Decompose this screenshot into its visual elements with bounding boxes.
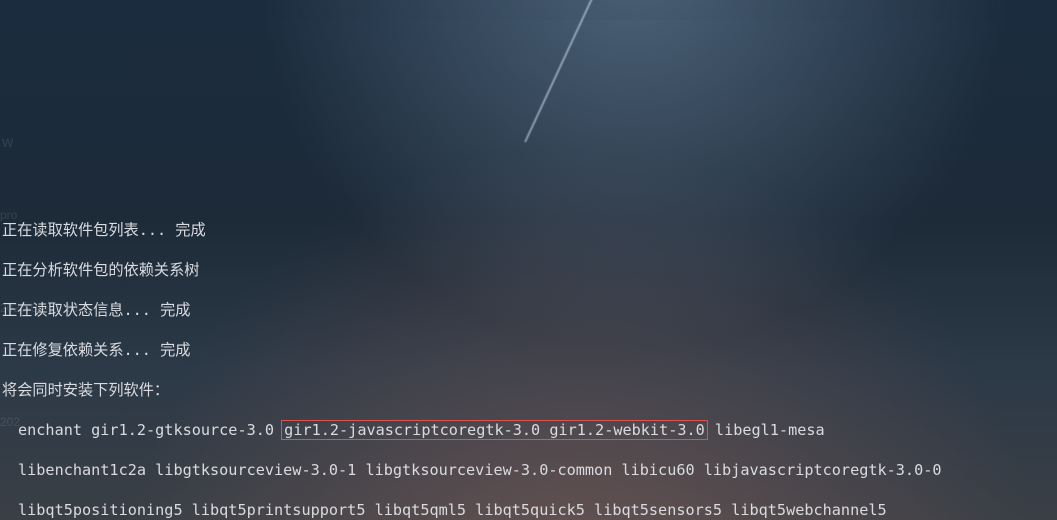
terminal-output: 正在读取软件包列表... 完成 正在分析软件包的依赖关系树 正在读取状态信息..… <box>0 200 1057 520</box>
install-header: 将会同时安装下列软件： <box>0 380 1057 400</box>
pkg-text: enchant gir1.2-gtksource-3.0 <box>18 421 283 439</box>
background-ghost-text: W <box>2 133 13 153</box>
status-line: 正在读取状态信息... 完成 <box>0 300 1057 320</box>
status-line: 正在读取软件包列表... 完成 <box>0 220 1057 240</box>
pkg-line: libenchant1c2a libgtksourceview-3.0-1 li… <box>0 460 1057 480</box>
pkg-line: enchant gir1.2-gtksource-3.0 gir1.2-java… <box>0 420 1057 440</box>
highlight-box: gir1.2-javascriptcoregtk-3.0 gir1.2-webk… <box>281 420 708 440</box>
status-line: 正在分析软件包的依赖关系树 <box>0 260 1057 280</box>
status-line: 正在修复依赖关系... 完成 <box>0 340 1057 360</box>
pkg-line: libqt5positioning5 libqt5printsupport5 l… <box>0 500 1057 520</box>
pkg-text: libegl1-mesa <box>706 421 825 439</box>
